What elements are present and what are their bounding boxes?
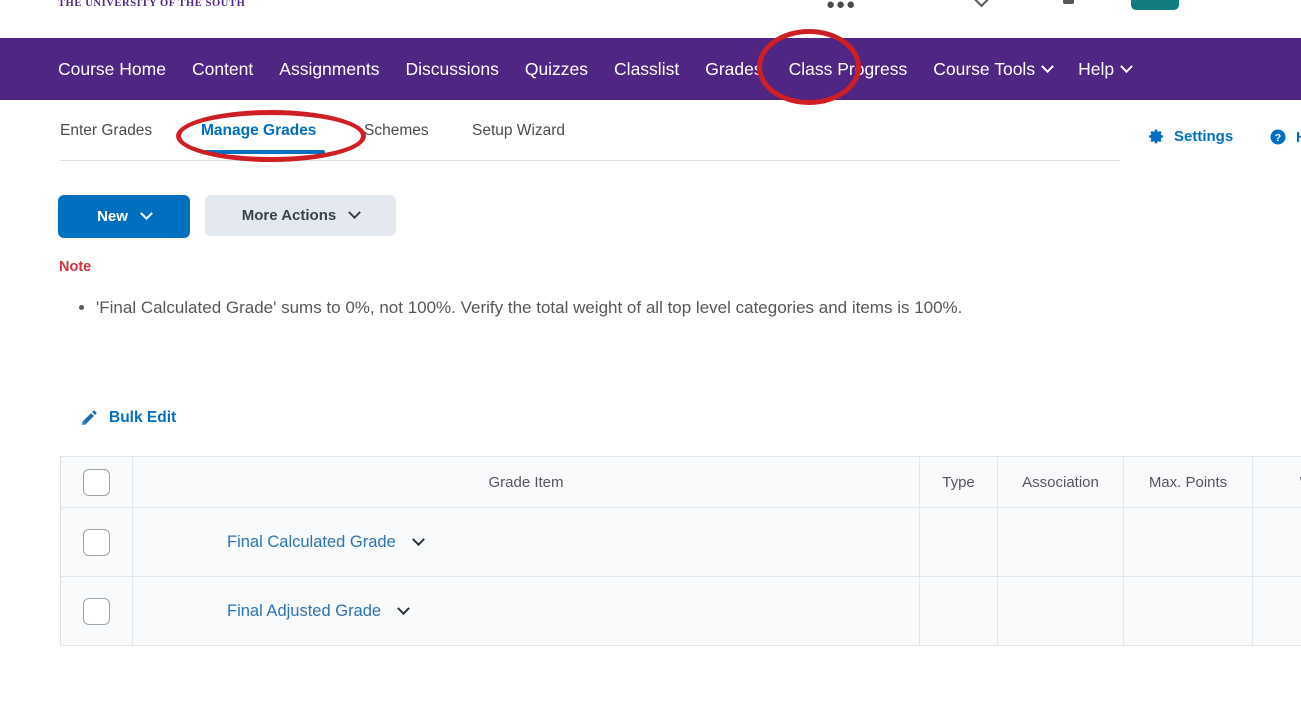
- table-row: Final Adjusted Grade: [60, 576, 1301, 646]
- chevron-down-icon[interactable]: [397, 601, 410, 615]
- more-actions-button[interactable]: More Actions: [205, 195, 396, 236]
- column-header-type[interactable]: Type: [919, 456, 998, 508]
- tab-setup-wizard[interactable]: Setup Wizard: [472, 122, 565, 140]
- chevron-down-icon[interactable]: [411, 532, 425, 546]
- brand-header: THE UNIVERSITY OF THE SOUTH ●●●: [0, 0, 1301, 38]
- chevron-down-icon: [1041, 59, 1054, 73]
- nav-item-quizzes[interactable]: Quizzes: [525, 59, 588, 80]
- nav-label: Content: [191, 58, 254, 79]
- type-cell: [919, 507, 998, 577]
- chevron-down-icon: [1120, 59, 1133, 73]
- chevron-down-icon: [140, 207, 153, 221]
- grade-item-link-final-calculated-grade[interactable]: Final Calculated Grade: [227, 532, 425, 552]
- bulk-edit-label: Bulk Edit: [109, 408, 177, 426]
- nav-label: Help: [1078, 58, 1115, 79]
- row-select-cell: [60, 507, 133, 577]
- nav-item-class-progress[interactable]: Class Progress: [789, 59, 908, 80]
- settings-label: Settings: [1174, 128, 1234, 145]
- tab-manage-grades[interactable]: Manage Grades: [201, 122, 316, 140]
- note-heading: Note: [59, 259, 92, 275]
- nav-item-assignments[interactable]: Assignments: [279, 59, 379, 80]
- column-header-grade-item[interactable]: Grade Item: [132, 456, 920, 508]
- more-actions-label: More Actions: [241, 207, 337, 224]
- chevron-down-icon: [348, 206, 362, 220]
- tab-active-underline: [201, 150, 325, 154]
- nav-item-course-home[interactable]: Course Home: [58, 59, 166, 80]
- help-button[interactable]: ? H: [1269, 128, 1301, 146]
- weight-cell: [1252, 507, 1301, 577]
- nav-label: Discussions: [405, 58, 499, 79]
- column-header-association[interactable]: Association: [997, 456, 1124, 508]
- nav-item-grades[interactable]: Grades: [705, 59, 762, 80]
- row-checkbox[interactable]: [83, 597, 110, 625]
- nav-item-course-tools[interactable]: Course Tools: [933, 58, 1054, 80]
- bell-icon[interactable]: [1063, 0, 1074, 4]
- note-message: 'Final Calculated Grade' sums to 0%, not…: [96, 294, 962, 322]
- tab-enter-grades[interactable]: Enter Grades: [60, 122, 152, 140]
- grades-tabbar: Enter Grades Manage Grades Schemes Setup…: [0, 100, 1301, 162]
- grade-items-table: Grade Item Type Association Max. Points …: [60, 456, 1301, 646]
- waffle-menu-icon[interactable]: ●●●: [826, 0, 856, 13]
- grade-item-cell: Final Adjusted Grade: [132, 576, 920, 646]
- table-header-row: Grade Item Type Association Max. Points …: [60, 456, 1301, 508]
- page-root: THE UNIVERSITY OF THE SOUTH ●●● Course H…: [0, 0, 1301, 727]
- nav-label: Assignments: [279, 58, 380, 79]
- question-circle-icon: ?: [1269, 128, 1287, 146]
- table-row: Final Calculated Grade: [60, 507, 1301, 577]
- grade-item-label: Final Adjusted Grade: [227, 601, 382, 620]
- max-points-cell: [1123, 576, 1253, 646]
- nav-label: Class Progress: [788, 58, 908, 79]
- nav-label: Classlist: [614, 58, 680, 79]
- nav-label: Course Tools: [933, 58, 1036, 79]
- nav-item-discussions[interactable]: Discussions: [405, 59, 498, 80]
- nav-item-content[interactable]: Content: [192, 59, 253, 80]
- svg-text:?: ?: [1275, 132, 1281, 144]
- association-cell: [997, 507, 1124, 577]
- new-button[interactable]: New: [58, 195, 190, 238]
- settings-button[interactable]: Settings: [1148, 128, 1233, 145]
- association-cell: [997, 576, 1124, 646]
- column-header-weight[interactable]: Wei: [1252, 456, 1301, 508]
- select-all-checkbox[interactable]: [83, 468, 110, 496]
- nav-label: Grades: [705, 58, 763, 79]
- main-navigation: Course Home Content Assignments Discussi…: [0, 38, 1301, 100]
- help-label: H: [1296, 129, 1301, 146]
- grade-item-label: Final Calculated Grade: [227, 532, 396, 551]
- new-button-label: New: [97, 208, 128, 225]
- nav-label: Quizzes: [524, 58, 589, 79]
- nav-item-classlist[interactable]: Classlist: [614, 59, 679, 80]
- note-message-list: 'Final Calculated Grade' sums to 0%, not…: [60, 294, 962, 322]
- row-select-cell: [60, 576, 133, 646]
- pencil-edit-icon: [80, 408, 99, 427]
- gear-icon: [1148, 128, 1165, 145]
- chevron-down-icon[interactable]: [973, 0, 990, 8]
- nav-label: Course Home: [58, 58, 166, 79]
- column-header-max-points[interactable]: Max. Points: [1123, 456, 1253, 508]
- nav-item-help[interactable]: Help: [1078, 58, 1133, 80]
- profile-button[interactable]: [1131, 0, 1179, 10]
- select-all-header: [60, 456, 133, 508]
- tab-schemes[interactable]: Schemes: [364, 122, 429, 140]
- max-points-cell: [1123, 507, 1253, 577]
- type-cell: [919, 576, 998, 646]
- university-logo-text: THE UNIVERSITY OF THE SOUTH: [58, 0, 246, 9]
- bulk-edit-button[interactable]: Bulk Edit: [80, 408, 176, 427]
- grade-item-cell: Final Calculated Grade: [132, 507, 920, 577]
- row-checkbox[interactable]: [83, 528, 110, 556]
- weight-cell: [1252, 576, 1301, 646]
- tab-divider: [60, 160, 1120, 161]
- grade-item-link-final-adjusted-grade[interactable]: Final Adjusted Grade: [227, 601, 410, 621]
